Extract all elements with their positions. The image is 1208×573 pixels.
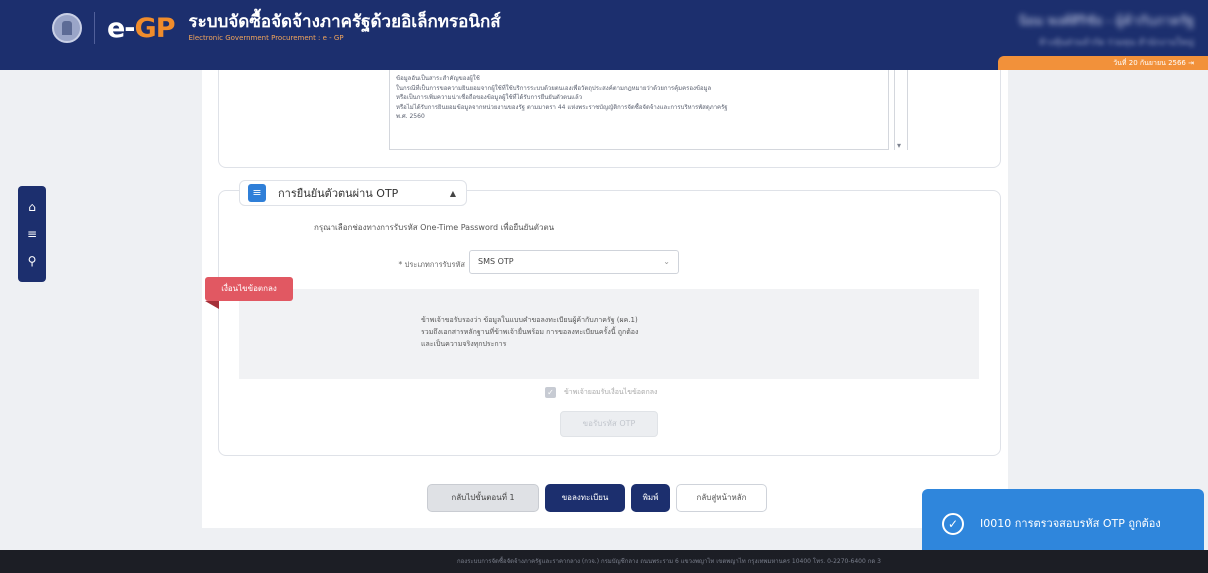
- user-name: นิยม พงศ์ศิริชัย - ผู้ค้ากับภาครัฐ: [1018, 14, 1194, 29]
- app-header: e-GP ระบบจัดซื้อจัดจ้างภาครัฐด้วยอิเล็กท…: [0, 0, 1208, 56]
- otp-section-header[interactable]: ≡ การยืนยันตัวตนผ่าน OTP ▲: [239, 180, 467, 206]
- logout-icon[interactable]: ⇥: [1188, 59, 1194, 67]
- user-organization: ห้างหุ้นส่วนจำกัด ร่วมทุน สำนักงานใหญ่: [1038, 38, 1194, 48]
- header-divider: [94, 12, 95, 44]
- egp-logo[interactable]: e-GP: [107, 12, 176, 44]
- terms-scrollbar[interactable]: [894, 70, 908, 150]
- agreement-ribbon: เงื่อนไขข้อตกลง: [205, 277, 293, 301]
- system-subtitle: Electronic Government Procurement : e - …: [188, 34, 344, 42]
- agree-checkbox-label: ข้าพเจ้ายอมรับเงื่อนไขข้อตกลง: [564, 388, 658, 396]
- agree-checkbox-row[interactable]: ✓ ข้าพเจ้ายอมรับเงื่อนไขข้อตกลง: [545, 387, 657, 398]
- system-title: ระบบจัดซื้อจัดจ้างภาครัฐด้วยอิเล็กทรอนิก…: [188, 12, 501, 32]
- terms-line: หรือเป็นการเพิ่มความน่าเชื่อถือของข้อมูล…: [396, 94, 583, 101]
- terms-line: ข้อมูลอันเป็นสาระสำคัญของผู้ใช้: [396, 75, 480, 82]
- otp-card: ≡ การยืนยันตัวตนผ่าน OTP ▲ กรุณาเลือกช่อ…: [205, 180, 1001, 456]
- submit-registration-button[interactable]: ขอลงทะเบียน: [545, 484, 625, 512]
- terms-card: ข้อมูลอันเป็นสาระสำคัญของผู้ใช้ ในกรณีที…: [218, 70, 1001, 168]
- otp-instruction: กรุณาเลือกช่องทางการรับรหัส One-Time Pas…: [314, 223, 555, 232]
- logo-gp: GP: [134, 12, 176, 44]
- date-text: วันที่ 20 กันยายน 2566: [1113, 59, 1186, 67]
- agree-checkbox[interactable]: ✓: [545, 387, 556, 398]
- otp-section-title: การยืนยันตัวตนผ่าน OTP: [278, 187, 399, 200]
- government-seal-logo: [52, 13, 82, 43]
- logo-e: e-: [107, 12, 136, 44]
- terms-textbox[interactable]: ข้อมูลอันเป็นสาระสำคัญของผู้ใช้ ในกรณีที…: [389, 70, 889, 150]
- ribbon-fold: [205, 301, 219, 309]
- otp-method-select[interactable]: SMS OTP ⌄: [469, 250, 679, 274]
- success-toast[interactable]: ✓ I0010 การตรวจสอบรหัส OTP ถูกต้อง: [922, 489, 1204, 558]
- agreement-line: ข้าพเจ้าขอรับรองว่า ข้อมูลในแบบคำขอลงทะเ…: [421, 316, 638, 324]
- agreement-line: และเป็นความจริงทุกประการ: [421, 340, 507, 348]
- check-circle-icon: ✓: [942, 512, 964, 535]
- date-tab: วันที่ 20 กันยายน 2566 ⇥: [998, 56, 1208, 70]
- user-info[interactable]: นิยม พงศ์ศิริชัย - ผู้ค้ากับภาครัฐ ห้างห…: [1019, 10, 1194, 49]
- otp-method-label: * ประเภทการรับรหัส: [398, 260, 465, 269]
- terms-line: พ.ศ. 2560: [396, 113, 425, 120]
- terms-line: ในกรณีที่เป็นการขอความยินยอมจากผู้ใช้ที่…: [396, 84, 712, 92]
- search-icon[interactable]: ⚲: [28, 254, 37, 268]
- menu-icon[interactable]: ≡: [27, 227, 37, 241]
- header-titles: ระบบจัดซื้อจัดจ้างภาครัฐด้วยอิเล็กทรอนิก…: [188, 12, 500, 44]
- otp-method-value: SMS OTP: [478, 257, 514, 266]
- action-bar: กลับไปขั้นตอนที่ 1 ขอลงทะเบียน พิมพ์ กลั…: [427, 484, 767, 512]
- document-icon: ≡: [248, 184, 266, 202]
- print-button[interactable]: พิมพ์: [631, 484, 670, 512]
- back-home-button[interactable]: กลับสู่หน้าหลัก: [676, 484, 767, 512]
- request-otp-button[interactable]: ขอรับรหัส OTP: [560, 411, 658, 437]
- main-content: ข้อมูลอันเป็นสาระสำคัญของผู้ใช้ ในกรณีที…: [202, 70, 1008, 528]
- terms-line: หรือไม่ได้รับการยินยอมข้อมูลจากหน่วยงานข…: [396, 103, 728, 111]
- toast-message: I0010 การตรวจสอบรหัส OTP ถูกต้อง: [980, 516, 1161, 530]
- agreement-panel: ข้าพเจ้าขอรับรองว่า ข้อมูลในแบบคำขอลงทะเ…: [239, 289, 979, 379]
- home-icon[interactable]: ⌂: [28, 200, 36, 214]
- side-menu: ⌂ ≡ ⚲: [18, 186, 46, 282]
- collapse-icon[interactable]: ▲: [450, 189, 456, 198]
- page-footer: กองระบบการจัดซื้อจัดจ้างภาครัฐและราคากลา…: [0, 550, 1208, 573]
- chevron-down-icon: ⌄: [663, 257, 670, 266]
- back-step-button[interactable]: กลับไปขั้นตอนที่ 1: [427, 484, 539, 512]
- agreement-line: รวมถึงเอกสารหลักฐานที่ข้าพเจ้ายื่นพร้อม …: [421, 328, 639, 336]
